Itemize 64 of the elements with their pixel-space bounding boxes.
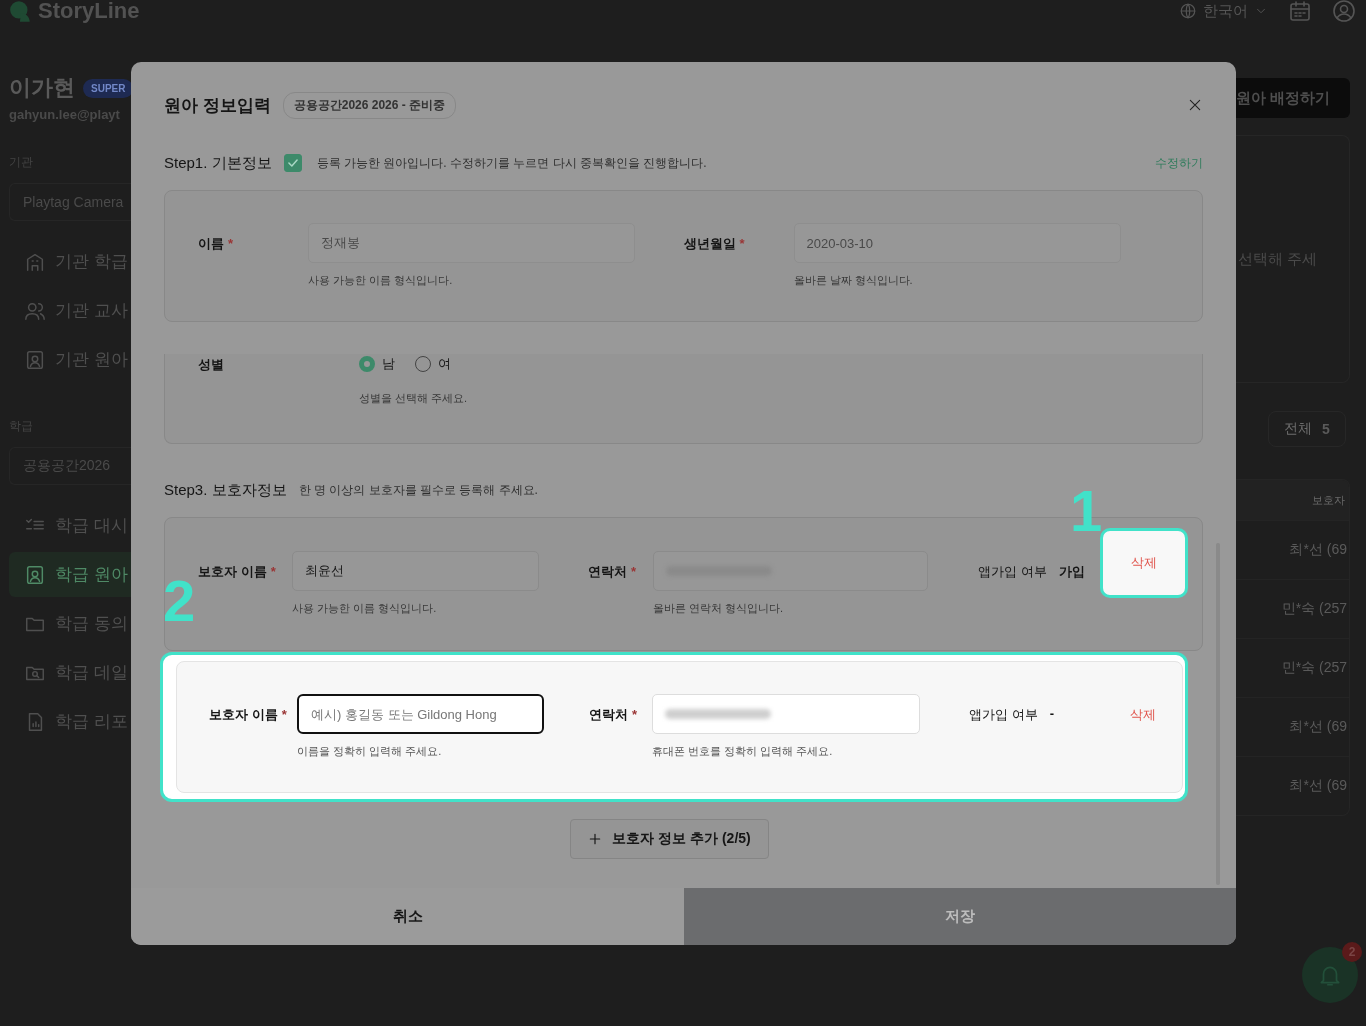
add-guardian-button[interactable]: 보호자 정보 추가 (2/5) [570, 819, 769, 859]
radio-option[interactable]: 남 [359, 354, 395, 374]
calendar-icon[interactable] [1288, 0, 1312, 23]
id-card-icon [24, 348, 46, 371]
step-number: 1 [1070, 482, 1103, 540]
nav-item[interactable]: 학급 원아 [9, 552, 131, 597]
helper-text: 휴대폰 번호를 정확히 입력해 주세요. [652, 744, 834, 759]
step-number: 2 [163, 572, 196, 630]
helper-text: 올바른 연락처 형식입니다. [653, 601, 785, 616]
section-title: Step1. 기본정보 [164, 153, 272, 173]
helper-text: 성별을 선택해 주세요. [359, 391, 468, 406]
table-cell: 최*선 (69 [1289, 718, 1347, 736]
required-mark: * [281, 707, 287, 722]
checkbox[interactable] [283, 154, 302, 172]
field-label: 생년월일 [683, 236, 736, 251]
field-label: 앱가입 여부 [969, 706, 1038, 724]
table-cell: 최*선 (69 [1289, 777, 1347, 795]
id-card-icon [24, 563, 46, 586]
helper-text: 이름을 정확히 입력해 주세요. [297, 744, 443, 759]
field-label: 앱가입 여부 [978, 563, 1047, 581]
user-name: 이가현 [9, 74, 75, 102]
field-label: 연락처 [589, 707, 628, 722]
section-description: 한 명 이상의 보호자를 필수로 등록해 주세요. [298, 481, 538, 499]
delete-button[interactable]: 삭제 [1100, 528, 1188, 598]
table-cell: 민*숙 (257 [1281, 659, 1347, 677]
field-label: 성별 [198, 357, 224, 372]
required-mark: * [739, 236, 745, 251]
table-cell: 민*숙 (257 [1281, 600, 1347, 618]
section-title: Step3. 보호자정보 [164, 480, 287, 500]
delete-button[interactable]: 삭제 [1130, 706, 1156, 724]
globe-icon [1179, 2, 1197, 20]
table-cell: 최*선 (69 [1289, 541, 1347, 559]
notification-button[interactable] [1302, 947, 1358, 1003]
edit-link[interactable]: 수정하기 [1155, 154, 1203, 172]
status-message: 등록 가능한 원아입니다. 수정하기를 누르면 다시 중복확인을 진행합니다. [316, 154, 707, 172]
required-mark: * [632, 707, 638, 722]
input-field[interactable]: 정재봉 [308, 223, 635, 263]
helper-text: 사용 가능한 이름 형식입니다. [308, 273, 454, 288]
name-input[interactable]: 최윤선 [292, 551, 539, 591]
column-header: 보호자 [1312, 492, 1345, 508]
field-label: 연락처 [588, 564, 627, 579]
input-field[interactable]: 2020-03-10 [793, 223, 1121, 263]
assign-button[interactable]: 원아 배정하기 [1236, 78, 1350, 118]
required-mark: * [228, 236, 234, 251]
class-chip: 공용공간2026 2026 - 준비중 [282, 91, 457, 119]
radio-option[interactable]: 여 [415, 354, 451, 374]
helper-text: 올바른 날짜 형식입니다. [793, 273, 914, 288]
plus-icon [588, 832, 603, 846]
check-icon [285, 156, 300, 170]
field-label: 이름 [198, 236, 224, 251]
required-mark: * [631, 564, 637, 579]
dialog-title: 원아 정보입력 [164, 94, 271, 117]
app-status: 가입 [1058, 563, 1085, 581]
total-chip: 전체 5 [1268, 411, 1346, 447]
field-label: 보호자 이름 [198, 564, 267, 579]
close-button[interactable] [1187, 97, 1203, 113]
user-icon[interactable] [1332, 0, 1356, 23]
required-mark: * [270, 564, 276, 579]
helper-text: 사용 가능한 이름 형식입니다. [292, 601, 438, 616]
app-status: - [1049, 705, 1054, 721]
role-badge: SUPER [83, 78, 131, 98]
field-label: 보호자 이름 [209, 707, 278, 722]
close-icon [1187, 97, 1203, 113]
name-input[interactable]: 예시) 홍길동 또는 Gildong Hong [297, 694, 544, 734]
